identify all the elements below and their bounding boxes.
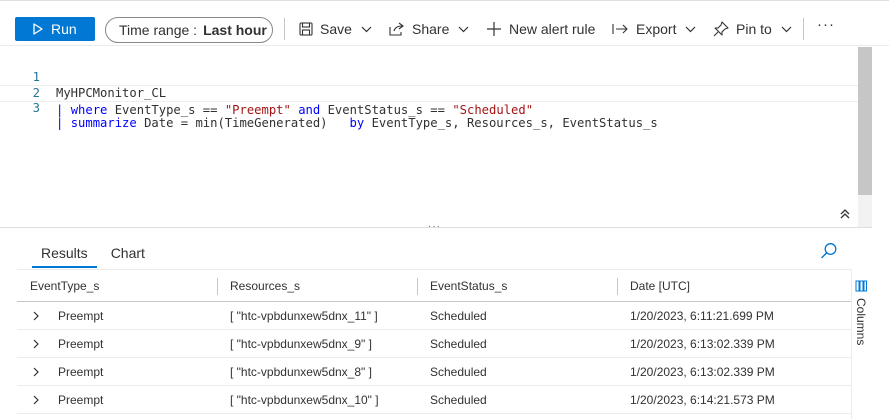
share-button[interactable]: Share: [389, 16, 469, 42]
new-alert-rule-button[interactable]: New alert rule: [486, 16, 595, 42]
cell-date: 1/20/2023, 6:13:02.339 PM: [630, 365, 775, 379]
column-header-eventstatus[interactable]: EventStatus_s: [430, 270, 507, 302]
group-by-fields: EventType_s, Resources_s, EventStatus_s: [371, 116, 658, 130]
toolbar-divider: [803, 18, 804, 40]
toolbar-top-border: [0, 0, 889, 1]
plus-icon: [487, 22, 501, 36]
export-button[interactable]: Export: [612, 16, 696, 42]
pipe-operator: |: [56, 102, 64, 117]
editor-divider: [0, 227, 889, 228]
field-name: EventStatus_s: [327, 102, 423, 117]
chevron-down-icon: [781, 26, 792, 32]
export-label: Export: [636, 21, 677, 37]
cell-resources: [ "htc-vpbdunxew5dnx_9" ]: [230, 337, 372, 351]
cell-eventstatus: Scheduled: [430, 337, 487, 351]
table-row[interactable]: Preempt [ "htc-vpbdunxew5dnx_10" ] Sched…: [17, 386, 851, 414]
code-area[interactable]: 1 MyHPCMonitor_CL 2 | where EventType_s …: [0, 52, 858, 130]
new-alert-rule-label: New alert rule: [509, 21, 596, 37]
operator: ==: [202, 102, 218, 117]
column-header-date[interactable]: Date [UTC]: [630, 270, 690, 302]
time-range-value: Last hour: [203, 22, 267, 38]
query-editor[interactable]: 1 MyHPCMonitor_CL 2 | where EventType_s …: [0, 47, 889, 227]
chevron-right-icon[interactable]: [31, 367, 41, 377]
pin-to-button[interactable]: Pin to: [713, 16, 792, 42]
cell-date: 1/20/2023, 6:14:21.573 PM: [630, 393, 775, 407]
pipe-operator: |: [56, 116, 64, 130]
save-label: Save: [320, 21, 352, 37]
column-separator[interactable]: [417, 278, 418, 295]
line-number: 3: [32, 101, 40, 115]
query-toolbar: Run Time range : Last hour Save Share Ne…: [0, 0, 889, 46]
operator: ==: [430, 102, 445, 117]
page-right-margin: [872, 47, 889, 419]
field-name: EventType_s: [114, 102, 196, 117]
chevron-down-icon: [686, 26, 696, 32]
table-row[interactable]: Preempt [ "htc-vpbdunxew5dnx_8" ] Schedu…: [17, 358, 851, 386]
results-grid: EventType_s Resources_s EventStatus_s Da…: [17, 269, 851, 414]
cell-date: 1/20/2023, 6:11:21.699 PM: [630, 309, 774, 323]
cell-eventtype: Preempt: [58, 337, 104, 351]
more-options-button[interactable]: ···: [817, 16, 835, 42]
pin-to-label: Pin to: [736, 21, 772, 37]
string-literal: "Scheduled": [452, 102, 534, 117]
cell-eventtype: Preempt: [58, 365, 104, 379]
export-icon: [612, 24, 628, 34]
tab-results[interactable]: Results: [18, 234, 103, 268]
chevron-right-icon[interactable]: [31, 339, 41, 349]
search-icon[interactable]: [820, 242, 838, 260]
save-button[interactable]: Save: [299, 16, 372, 42]
code-line-1[interactable]: 1 MyHPCMonitor_CL: [0, 52, 858, 101]
editor-scrollbar-thumb[interactable]: [858, 47, 872, 195]
column-separator[interactable]: [217, 278, 218, 295]
code-line-2[interactable]: 2 | where EventType_s == "Preempt" and E…: [0, 69, 858, 117]
column-header-resources[interactable]: Resources_s: [230, 270, 300, 302]
cell-resources: [ "htc-vpbdunxew5dnx_8" ]: [230, 365, 372, 379]
cell-resources: [ "htc-vpbdunxew5dnx_10" ]: [230, 393, 379, 407]
code-line-3[interactable]: 3 | summarize Date = min(TimeGenerated) …: [0, 85, 858, 130]
keyword-where: where: [70, 102, 108, 117]
cell-resources: [ "htc-vpbdunxew5dnx_11" ]: [230, 309, 378, 323]
table-row[interactable]: Preempt [ "htc-vpbdunxew5dnx_11" ] Sched…: [17, 302, 851, 330]
pin-icon: [713, 21, 729, 37]
toolbar-divider: [284, 18, 285, 40]
time-range-label: Time range :: [119, 22, 198, 38]
keyword-summarize: summarize: [70, 116, 137, 130]
chevron-down-icon: [361, 26, 372, 32]
run-button-label: Run: [51, 21, 77, 37]
columns-panel-toggle[interactable]: Columns: [854, 298, 868, 345]
keyword-and: and: [298, 102, 321, 117]
aggregate-expression: Date = min(TimeGenerated): [144, 116, 328, 130]
chevron-down-icon: [458, 26, 469, 32]
tab-chart[interactable]: Chart: [103, 234, 160, 268]
table-row[interactable]: Preempt [ "htc-vpbdunxew5dnx_9" ] Schedu…: [17, 330, 851, 358]
chevron-right-icon[interactable]: [31, 395, 41, 405]
code-text: | summarize Date = min(TimeGenerated) by…: [56, 116, 658, 131]
cell-eventtype: Preempt: [58, 309, 104, 323]
run-button[interactable]: Run: [15, 17, 95, 41]
cell-date: 1/20/2023, 6:13:02.339 PM: [630, 337, 775, 351]
time-range-picker[interactable]: Time range : Last hour: [105, 17, 273, 43]
cell-eventtype: Preempt: [58, 393, 104, 407]
column-separator[interactable]: [617, 278, 618, 295]
cell-eventstatus: Scheduled: [430, 393, 487, 407]
results-tabs: Results Chart: [18, 234, 160, 268]
columns-icon[interactable]: [855, 280, 867, 292]
grid-header: EventType_s Resources_s EventStatus_s Da…: [17, 269, 851, 302]
keyword-by: by: [349, 116, 365, 130]
collapse-up-icon[interactable]: [838, 207, 852, 221]
cell-eventstatus: Scheduled: [430, 365, 487, 379]
cell-eventstatus: Scheduled: [430, 309, 487, 323]
share-label: Share: [412, 21, 450, 37]
play-icon: [33, 23, 43, 35]
column-header-eventtype[interactable]: EventType_s: [30, 270, 99, 302]
share-icon: [389, 22, 404, 36]
save-icon: [299, 22, 313, 36]
string-literal: "Preempt": [224, 102, 291, 117]
chevron-right-icon[interactable]: [31, 311, 41, 321]
